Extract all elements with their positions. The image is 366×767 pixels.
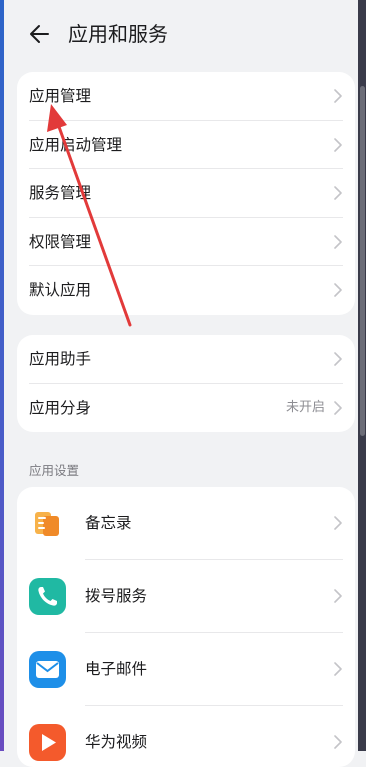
app-settings-card: 备忘录 拨号服务 电子邮件 华为视频 — [17, 487, 355, 767]
video-play-icon — [29, 724, 66, 761]
chevron-right-icon — [334, 89, 342, 103]
list-item-default-apps[interactable]: 默认应用 — [17, 266, 355, 315]
app-item-email[interactable]: 电子邮件 — [17, 633, 355, 706]
list-item-app-launch-management[interactable]: 应用启动管理 — [17, 121, 355, 169]
list-item-label: 应用分身 — [29, 398, 92, 417]
list-item-app-twin[interactable]: 应用分身 未开启 — [17, 384, 355, 433]
scrollbar-thumb[interactable] — [360, 86, 365, 436]
left-screen-edge — [0, 0, 4, 751]
chevron-right-icon — [334, 662, 342, 676]
chevron-right-icon — [334, 137, 342, 152]
list-item-app-management[interactable]: 应用管理 — [17, 72, 355, 121]
status-value: 未开启 — [285, 399, 325, 415]
arrow-left-icon[interactable] — [26, 20, 54, 48]
page-header: 应用和服务 — [0, 0, 358, 66]
chevron-right-icon — [334, 589, 342, 603]
app-item-label: 拨号服务 — [85, 587, 148, 605]
chevron-right-icon — [334, 735, 342, 749]
list-item-label: 应用助手 — [29, 350, 92, 368]
notepad-icon — [29, 505, 66, 542]
list-item-label: 权限管理 — [29, 232, 92, 251]
mail-icon — [29, 651, 66, 688]
list-item-app-assistant[interactable]: 应用助手 — [17, 335, 355, 384]
list-item-label: 服务管理 — [29, 184, 92, 202]
list-item-label: 应用管理 — [29, 87, 92, 105]
list-item-label: 应用启动管理 — [29, 135, 123, 154]
app-item-label: 电子邮件 — [85, 660, 148, 678]
list-item-permission-management[interactable]: 权限管理 — [17, 218, 355, 266]
app-management-card: 应用管理 应用启动管理 服务管理 权限管理 默认应用 — [17, 72, 355, 315]
chevron-right-icon — [334, 352, 342, 366]
chevron-right-icon — [334, 186, 342, 200]
list-item-service-management[interactable]: 服务管理 — [17, 169, 355, 218]
chevron-right-icon — [334, 234, 342, 249]
app-item-dialer[interactable]: 拨号服务 — [17, 560, 355, 633]
section-title-app-settings: 应用设置 — [29, 463, 80, 478]
app-item-huawei-video[interactable]: 华为视频 — [17, 706, 355, 767]
app-tools-card: 应用助手 应用分身 未开启 — [17, 335, 355, 432]
list-item-label: 默认应用 — [29, 281, 92, 299]
app-item-notes[interactable]: 备忘录 — [17, 487, 355, 560]
scrollbar-track[interactable] — [358, 0, 366, 751]
app-item-label: 备忘录 — [85, 514, 132, 532]
chevron-right-icon — [334, 400, 342, 415]
page-title: 应用和服务 — [68, 22, 168, 46]
phone-icon — [29, 578, 66, 615]
app-item-label: 华为视频 — [85, 733, 148, 751]
chevron-right-icon — [334, 283, 342, 297]
chevron-right-icon — [334, 516, 342, 530]
